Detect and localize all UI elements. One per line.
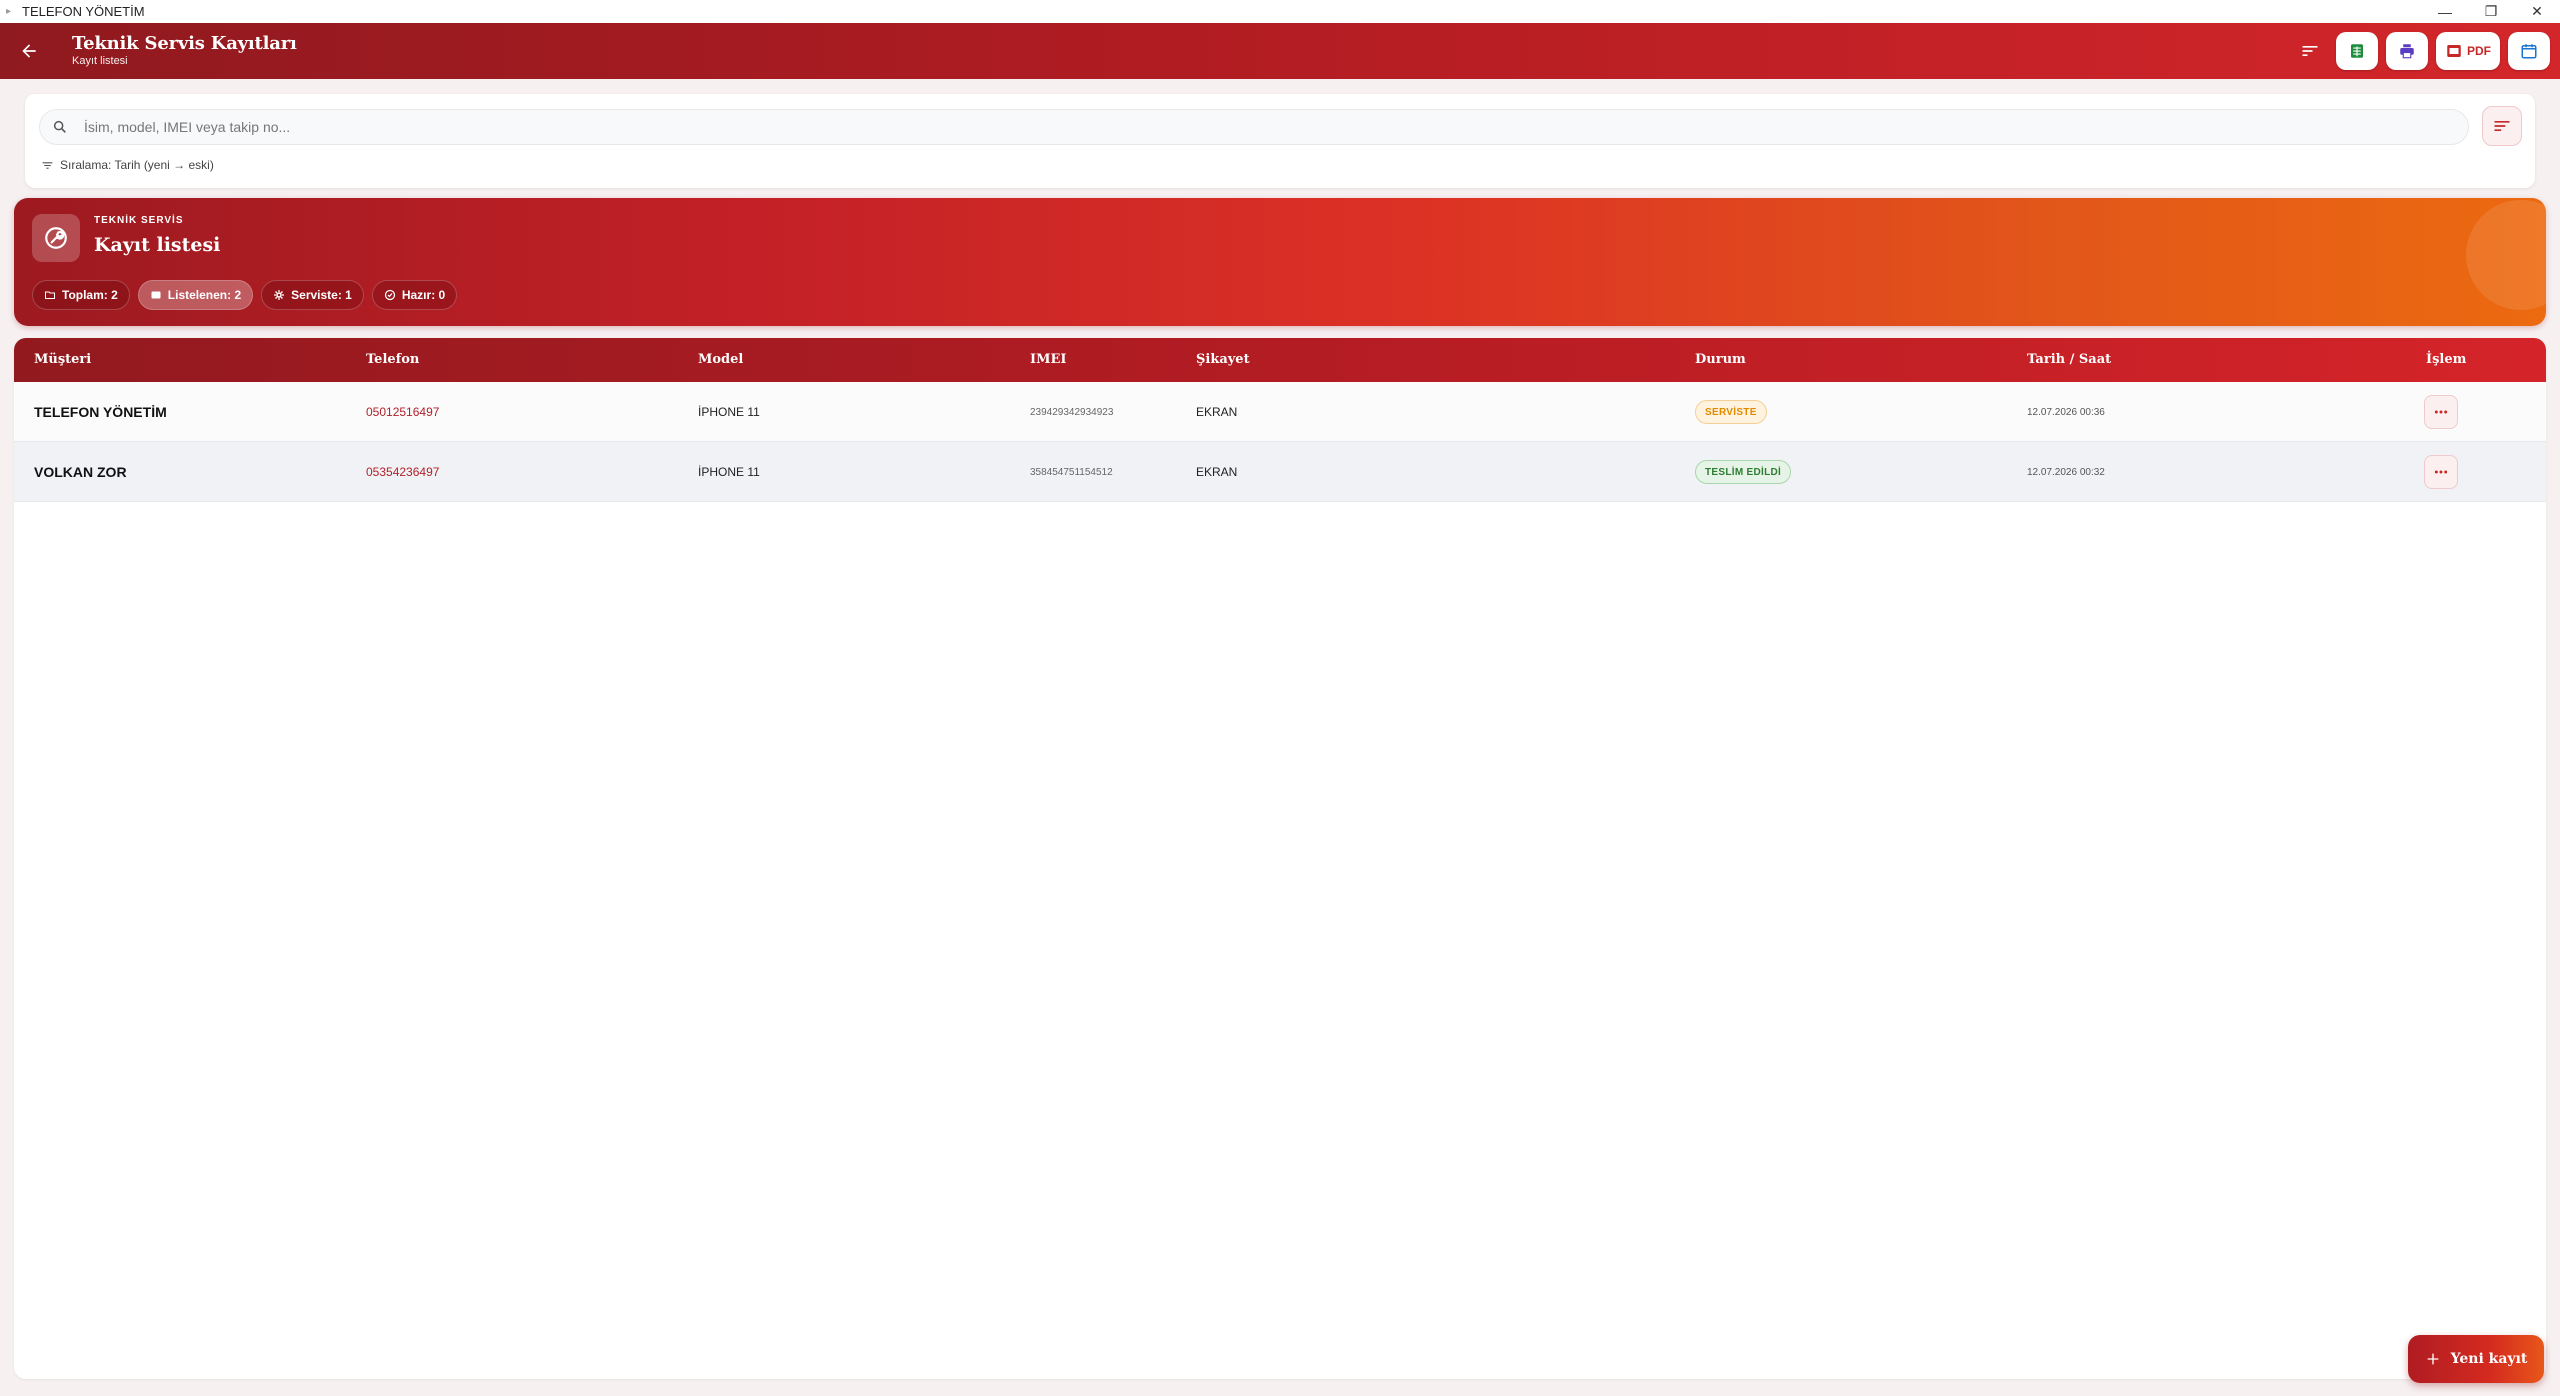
restore-button[interactable]: ❐ (2468, 0, 2514, 23)
column-header-imei[interactable]: IMEI (1030, 352, 1066, 367)
imei-number: 239429342934923 (1030, 406, 1114, 418)
column-header-model[interactable]: Model (698, 352, 743, 367)
search-input[interactable] (84, 119, 2384, 135)
arrow-left-icon (22, 44, 36, 58)
sort-icon (2302, 46, 2318, 56)
status-cell: TESLİM EDİLDİ (1695, 442, 1792, 502)
banner-title: Kayıt listesi (94, 234, 221, 256)
status-cell: SERVİSTE (1695, 382, 1767, 442)
action-cell (2424, 382, 2458, 442)
device-model: İPHONE 11 (698, 405, 760, 419)
filter-button[interactable] (2482, 106, 2522, 146)
app-icon: ▸ (6, 6, 12, 17)
records-table: Müşteri Telefon Model IMEI Şikayet Durum… (14, 338, 2546, 1379)
list-icon (151, 291, 161, 299)
customer-name: TELEFON YÖNETİM (34, 404, 167, 420)
search-icon (52, 118, 70, 136)
window-titlebar: ▸ TELEFON YÖNETİM — ❐ ✕ (0, 0, 2560, 23)
customer-name: VOLKAN ZOR (34, 464, 127, 480)
sort-info-text: Sıralama: Tarih (yeni → eski) (60, 158, 214, 172)
complaint: EKRAN (1196, 465, 1238, 479)
chip-toplam-label: Toplam: 2 (62, 288, 118, 302)
window-title: TELEFON YÖNETİM (22, 4, 145, 19)
summary-banner: TEKNİK SERVİS Kayıt listesi Toplam: 2 Li… (14, 198, 2546, 326)
chip-hazir[interactable]: Hazır: 0 (371, 280, 458, 310)
print-button[interactable] (2386, 32, 2428, 70)
search-box (39, 109, 2469, 145)
date-time: 12.07.2026 00:36 (2027, 406, 2105, 418)
device-model: İPHONE 11 (698, 465, 760, 479)
imei-number: 358454751154512 (1030, 466, 1113, 478)
pdf-label: PDF (2467, 44, 2491, 58)
status-badge: TESLİM EDİLDİ (1695, 460, 1792, 484)
page-subtitle: Kayıt listesi (72, 55, 128, 67)
header-titles: Teknik Servis Kayıtları Kayıt listesi (72, 33, 297, 67)
sort-info: Sıralama: Tarih (yeni → eski) (41, 158, 214, 172)
header-actions: PDF (2292, 32, 2550, 70)
minimize-button[interactable]: — (2422, 0, 2468, 23)
date-time: 12.07.2026 00:32 (2027, 466, 2105, 478)
decorative-circle (2466, 200, 2546, 310)
chip-serviste[interactable]: Serviste: 1 (261, 280, 364, 310)
new-record-button[interactable]: Yeni kayıt (2408, 1335, 2544, 1383)
calendar-icon (2521, 44, 2537, 59)
row-menu-button[interactable] (2424, 395, 2458, 429)
complaint: EKRAN (1196, 405, 1238, 419)
export-excel-button[interactable] (2336, 32, 2378, 70)
column-header-musteri[interactable]: Müşteri (34, 352, 91, 367)
sort-button[interactable] (2292, 33, 2328, 69)
more-horizontal-icon (2434, 410, 2448, 414)
new-record-label: Yeni kayıt (2450, 1351, 2528, 1367)
table-row[interactable]: TELEFON YÖNETİM 05012516497 İPHONE 11 23… (14, 382, 2546, 442)
printer-icon (2400, 44, 2414, 59)
chip-serviste-label: Serviste: 1 (291, 288, 352, 302)
wrench-icon (45, 227, 67, 249)
plus-icon (2427, 1353, 2438, 1365)
spreadsheet-icon (2351, 44, 2363, 58)
page-title: Teknik Servis Kayıtları (72, 33, 297, 54)
filter-icon (42, 161, 53, 169)
chip-listelenen-label: Listelenen: 2 (167, 288, 242, 302)
window-controls: — ❐ ✕ (2422, 0, 2560, 23)
phone-number[interactable]: 05012516497 (366, 382, 439, 442)
app-header: Teknik Servis Kayıtları Kayıt listesi PD… (0, 23, 2560, 79)
pdf-icon (2447, 45, 2461, 57)
action-cell (2424, 442, 2458, 502)
column-header-telefon[interactable]: Telefon (366, 352, 419, 367)
export-pdf-button[interactable]: PDF (2436, 32, 2500, 70)
close-window-button[interactable]: ✕ (2514, 0, 2560, 23)
stat-chips: Toplam: 2 Listelenen: 2 Serviste: 1 Hazı… (32, 280, 458, 310)
chip-hazir-label: Hazır: 0 (401, 288, 446, 302)
table-row[interactable]: VOLKAN ZOR 05354236497 İPHONE 11 3584547… (14, 442, 2546, 502)
table-header: Müşteri Telefon Model IMEI Şikayet Durum… (14, 338, 2546, 382)
more-horizontal-icon (2434, 470, 2448, 474)
back-button[interactable] (14, 36, 44, 66)
calendar-button[interactable] (2508, 32, 2550, 70)
status-badge: SERVİSTE (1695, 400, 1767, 424)
column-header-durum[interactable]: Durum (1695, 352, 1746, 367)
column-header-tarih[interactable]: Tarih / Saat (2027, 352, 2111, 367)
filter-lines-icon (2494, 121, 2510, 131)
folder-icon (45, 291, 55, 299)
wrench-badge (32, 214, 80, 262)
search-card: Sıralama: Tarih (yeni → eski) (25, 94, 2535, 188)
row-menu-button[interactable] (2424, 455, 2458, 489)
check-circle-icon (384, 289, 395, 301)
column-header-sikayet[interactable]: Şikayet (1196, 352, 1250, 367)
chip-listelenen[interactable]: Listelenen: 2 (137, 280, 254, 310)
chip-toplam[interactable]: Toplam: 2 (32, 280, 130, 310)
phone-number[interactable]: 05354236497 (366, 442, 439, 502)
column-header-islem: İşlem (2426, 352, 2467, 367)
banner-kicker: TEKNİK SERVİS (94, 215, 184, 226)
gear-icon (274, 290, 285, 300)
